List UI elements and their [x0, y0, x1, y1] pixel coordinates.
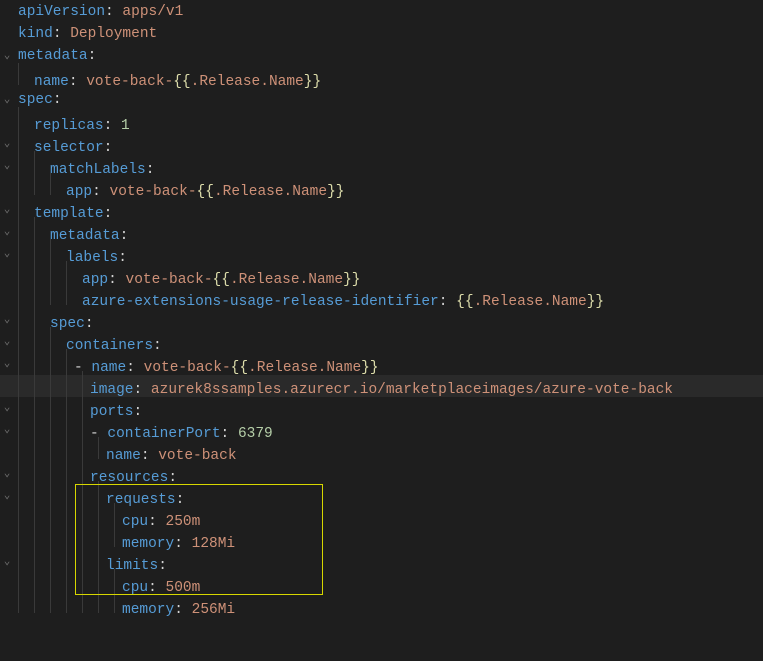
code-content: kind: Deployment: [14, 23, 157, 45]
fold-open-icon[interactable]: ⌄: [0, 397, 14, 419]
fold-open-icon[interactable]: ⌄: [0, 45, 14, 67]
fold-open-icon[interactable]: ⌄: [0, 419, 14, 441]
code-line[interactable]: azure-extensions-usage-release-identifie…: [0, 287, 763, 309]
fold-open-icon[interactable]: ⌄: [0, 133, 14, 155]
code-editor[interactable]: apiVersion: apps/v1kind: Deployment⌄meta…: [0, 0, 763, 617]
fold-open-icon[interactable]: ⌄: [0, 199, 14, 221]
code-line[interactable]: apiVersion: apps/v1: [0, 1, 763, 23]
code-content: apiVersion: apps/v1: [14, 1, 183, 23]
fold-open-icon[interactable]: ⌄: [0, 485, 14, 507]
code-line[interactable]: app: vote-back-{{.Release.Name}}: [0, 177, 763, 199]
fold-open-icon[interactable]: ⌄: [0, 155, 14, 177]
code-line[interactable]: memory: 256Mi: [0, 595, 763, 617]
fold-open-icon[interactable]: ⌄: [0, 331, 14, 353]
code-line[interactable]: name: vote-back-{{.Release.Name}}: [0, 67, 763, 89]
fold-open-icon[interactable]: ⌄: [0, 463, 14, 485]
fold-open-icon[interactable]: ⌄: [0, 551, 14, 573]
code-line[interactable]: replicas: 1: [0, 111, 763, 133]
fold-open-icon[interactable]: ⌄: [0, 221, 14, 243]
fold-open-icon[interactable]: ⌄: [0, 89, 14, 111]
fold-open-icon[interactable]: ⌄: [0, 243, 14, 265]
code-content: memory: 256Mi: [14, 591, 235, 621]
code-line[interactable]: kind: Deployment: [0, 23, 763, 45]
fold-open-icon[interactable]: ⌄: [0, 353, 14, 375]
fold-open-icon[interactable]: ⌄: [0, 309, 14, 331]
